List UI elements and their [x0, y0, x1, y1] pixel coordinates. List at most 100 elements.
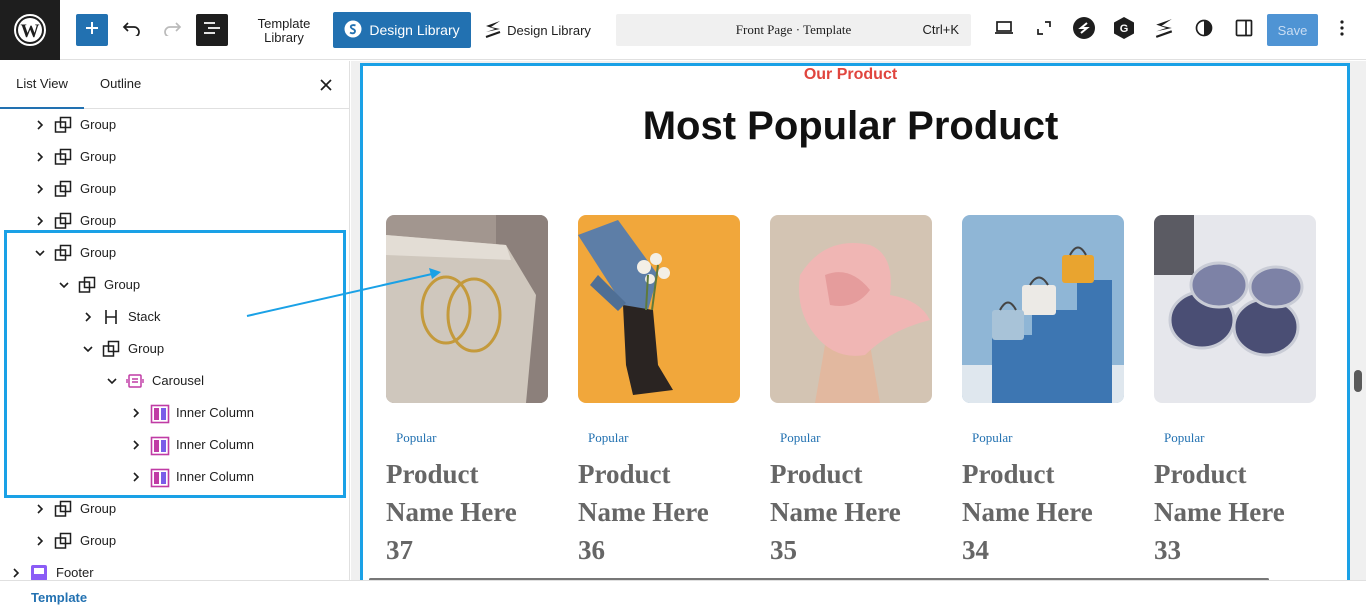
chevron-right-icon[interactable]	[32, 117, 48, 133]
tree-item-stack[interactable]: Stack	[0, 301, 349, 333]
chevron-down-icon[interactable]	[80, 341, 96, 357]
plus-icon	[84, 20, 100, 41]
chevron-right-icon[interactable]	[32, 181, 48, 197]
site-editor: W Template Library Design Library Design…	[0, 0, 1366, 615]
tree-item-group[interactable]: Group	[0, 205, 349, 237]
product-card[interactable]: Popular Product Name Here 34	[962, 215, 1124, 580]
tree-item-group[interactable]: Group	[0, 333, 349, 365]
stackable-design-library-button[interactable]: Design Library	[480, 12, 596, 48]
block-breadcrumb-bar: Template	[0, 580, 1366, 615]
product-image-sunglasses[interactable]	[1154, 215, 1316, 403]
product-name[interactable]: Product Name Here 34	[962, 455, 1124, 569]
chevron-right-icon[interactable]	[128, 437, 144, 453]
product-name[interactable]: Product Name Here 36	[578, 455, 740, 569]
chevron-right-icon[interactable]	[32, 149, 48, 165]
tab-outline[interactable]: Outline	[100, 61, 150, 109]
document-overview-button[interactable]	[196, 14, 228, 46]
product-image-scarf[interactable]	[770, 215, 932, 403]
fullscreen-button[interactable]	[1030, 14, 1058, 46]
stackable-settings-button[interactable]	[1150, 14, 1178, 46]
canvas-scrollbar-thumb[interactable]	[1354, 370, 1362, 392]
tree-item-group[interactable]: Group	[0, 525, 349, 557]
section-eyebrow[interactable]: Our Product	[363, 66, 1338, 84]
tree-item-label: Group	[80, 213, 117, 228]
product-badge: Popular	[396, 430, 437, 445]
template-library-button[interactable]: Template Library	[248, 14, 320, 48]
document-title: Front Page · Template	[735, 22, 852, 37]
tree-item-footer[interactable]: Footer	[0, 557, 349, 580]
tree-item-group[interactable]: Group	[0, 109, 349, 141]
tree-item-carousel[interactable]: Carousel	[0, 365, 349, 397]
tree-item-label: Group	[80, 501, 117, 516]
product-card[interactable]: Popular Product Name Here 37	[386, 215, 548, 580]
product-card[interactable]: Popular Product Name Here 35	[770, 215, 932, 580]
command-shortcut: Ctrl+K	[922, 22, 959, 37]
tree-item-label: Group	[80, 181, 117, 196]
chevron-right-icon[interactable]	[80, 309, 96, 325]
redo-button[interactable]	[158, 14, 186, 46]
section-heading[interactable]: Most Popular Product	[363, 104, 1338, 149]
options-button[interactable]	[1330, 14, 1354, 46]
view-button[interactable]	[990, 14, 1018, 46]
plugin-g-button[interactable]: G	[1110, 14, 1138, 46]
chevron-right-icon[interactable]	[32, 213, 48, 229]
tree-item-label: Group	[80, 245, 117, 260]
group-icon	[78, 276, 96, 294]
inner-column-icon	[150, 436, 170, 456]
product-name[interactable]: Product Name Here 33	[1154, 455, 1316, 569]
tree-item-inner-column[interactable]: Inner Column	[0, 429, 349, 461]
template-library-label-1: Template	[257, 16, 311, 31]
undo-icon	[122, 20, 142, 41]
plugin-s-button[interactable]	[1070, 14, 1098, 46]
fullscreen-icon	[1036, 20, 1052, 41]
chevron-right-icon[interactable]	[8, 565, 24, 580]
styles-button[interactable]	[1190, 14, 1218, 46]
undo-button[interactable]	[118, 14, 146, 46]
tree-item-group[interactable]: Group	[0, 141, 349, 173]
breadcrumb-template[interactable]: Template	[31, 590, 87, 605]
tree-item-group[interactable]: Group	[0, 269, 349, 301]
design-library-button[interactable]: Design Library	[333, 12, 471, 48]
tree-item-label: Group	[128, 341, 165, 356]
chevron-right-icon[interactable]	[128, 469, 144, 485]
chevron-right-icon[interactable]	[32, 533, 48, 549]
spectra-icon	[344, 20, 362, 41]
tree-item-inner-column[interactable]: Inner Column	[0, 397, 349, 429]
product-image-handbags[interactable]	[962, 215, 1124, 403]
svg-text:W: W	[21, 21, 40, 42]
product-image-earrings[interactable]	[386, 215, 548, 403]
stackable-icon	[1155, 18, 1173, 43]
group-icon	[54, 244, 72, 262]
product-card[interactable]: Popular Product Name Here 33	[1154, 215, 1316, 580]
group-icon	[54, 212, 72, 230]
add-block-button[interactable]	[76, 14, 108, 46]
product-card[interactable]: Popular Product Name Here 36	[578, 215, 740, 580]
redo-icon	[162, 20, 182, 41]
chevron-down-icon[interactable]	[104, 373, 120, 389]
contrast-icon	[1195, 19, 1213, 42]
product-image-boots[interactable]	[578, 215, 740, 403]
tree-item-group[interactable]: Group	[0, 173, 349, 205]
stackable-design-library-label: Design Library	[507, 22, 591, 38]
chevron-right-icon[interactable]	[128, 405, 144, 421]
more-vertical-icon	[1340, 19, 1344, 41]
tree-item-group[interactable]: Group	[0, 493, 349, 525]
tree-item-inner-column[interactable]: Inner Column	[0, 461, 349, 493]
chevron-right-icon[interactable]	[32, 501, 48, 517]
chevron-down-icon[interactable]	[32, 245, 48, 261]
command-palette-bar[interactable]: Front Page · Template Ctrl+K	[616, 14, 971, 46]
product-name[interactable]: Product Name Here 37	[386, 455, 548, 569]
save-button[interactable]: Save	[1267, 14, 1318, 46]
tree-item-group[interactable]: Group	[0, 237, 349, 269]
template-library-label-2: Library	[264, 30, 304, 45]
laptop-icon	[994, 20, 1014, 41]
group-icon	[102, 340, 120, 358]
wordpress-logo-icon[interactable]: W	[0, 0, 60, 60]
close-sidebar-button[interactable]	[316, 75, 336, 95]
chevron-down-icon[interactable]	[56, 277, 72, 293]
tree-item-label: Group	[80, 117, 117, 132]
tree-item-label: Carousel	[152, 373, 205, 388]
product-name[interactable]: Product Name Here 35	[770, 455, 932, 569]
tab-list-view[interactable]: List View	[0, 61, 84, 109]
settings-sidebar-button[interactable]	[1230, 14, 1258, 46]
